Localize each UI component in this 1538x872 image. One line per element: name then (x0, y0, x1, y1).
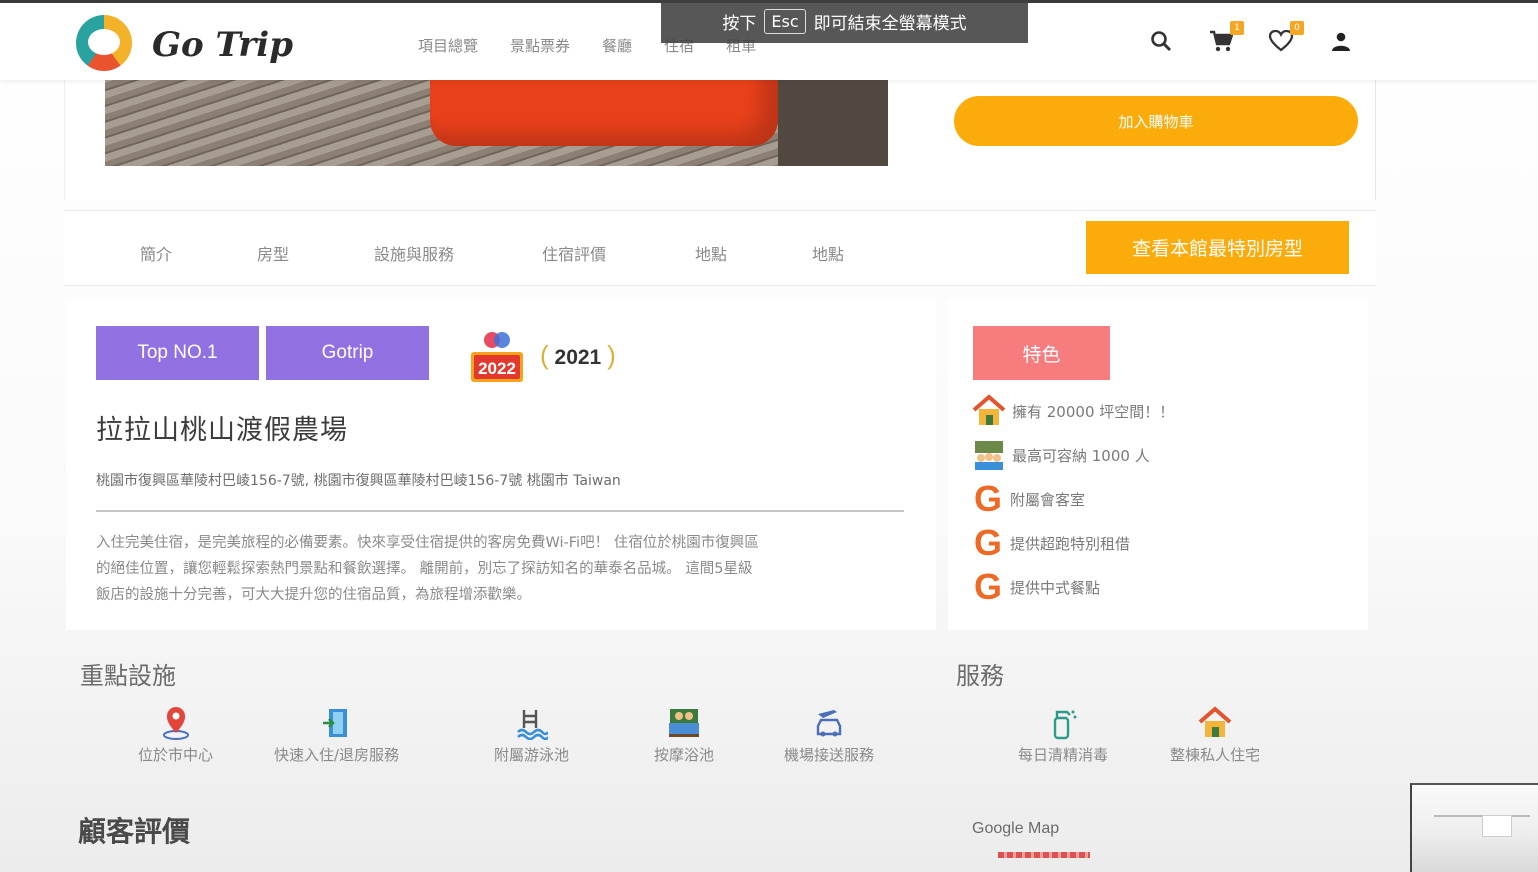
photo-cushion (430, 80, 778, 146)
nav-link-restaurants[interactable]: 餐廳 (602, 35, 632, 56)
feature-text: 附屬會客室 (1010, 490, 1086, 509)
map-pin-icon (159, 706, 193, 740)
facility-label: 快速入住/退房服務 (274, 746, 400, 764)
fullscreen-hint-prefix: 按下 (722, 14, 757, 34)
hotel-description: 入住完美住宿，是完美旅程的必備要素。快來享受住宿提供的客房免費Wi-Fi吧！ 住… (96, 530, 906, 608)
facility-label: 附屬游泳池 (494, 746, 570, 764)
photo-shadow (778, 80, 888, 166)
award-2021-badge: ( 2021 ) (540, 340, 616, 371)
service-item: 整棟私人住宅 (1170, 706, 1260, 765)
facility-item: 位於市中心 (138, 706, 213, 765)
feature-text: 最高可容納 1000 人 (1012, 446, 1150, 465)
award-2022-badge: 2022 (468, 328, 526, 386)
g-logo-icon: G (973, 566, 1002, 607)
service-item: 每日清精消毒 (1018, 706, 1108, 765)
feature-text: 擁有 20000 坪空間！！ (1012, 402, 1175, 421)
g-logo-icon: G (973, 478, 1002, 519)
airport-car-icon (812, 706, 846, 740)
gotrip-logo-icon[interactable] (76, 15, 132, 71)
feature-text: 提供中式餐點 (1010, 578, 1101, 597)
crowd-icon (972, 438, 1006, 472)
laurel-left-icon: ( (540, 340, 549, 370)
services-title: 服務 (956, 662, 1004, 690)
esc-key: Esc (764, 9, 806, 34)
facility-item: 快速入住/退房服務 (274, 706, 399, 765)
tab-location-2[interactable]: 地點 (812, 241, 844, 265)
description-line: 入住完美住宿，是完美旅程的必備要素。快來享受住宿提供的客房免費Wi-Fi吧！ 住… (96, 535, 759, 551)
facilities-title: 重點設施 (80, 662, 176, 690)
tag-gotrip[interactable]: Gotrip (266, 326, 429, 380)
g-logo-icon: G (973, 522, 1002, 563)
search-icon[interactable] (1148, 27, 1174, 55)
facility-item: 附屬游泳池 (494, 706, 569, 765)
tab-location[interactable]: 地點 (695, 241, 727, 265)
tab-facilities[interactable]: 設施與服務 (374, 241, 454, 265)
laurel-right-icon: ) (607, 340, 616, 370)
house-icon (972, 394, 1006, 428)
tab-room-types[interactable]: 房型 (257, 241, 289, 265)
divider (96, 510, 904, 512)
features-button[interactable]: 特色 (973, 326, 1110, 380)
hotel-name: 拉拉山桃山渡假農場 (96, 415, 348, 446)
facility-label: 機場接送服務 (784, 746, 875, 764)
special-rooms-button[interactable]: 查看本館最特別房型 (1086, 221, 1349, 274)
feature-text: 提供超跑特別租借 (1010, 534, 1131, 553)
add-to-cart-button[interactable]: 加入購物車 (954, 96, 1358, 146)
door-icon (320, 706, 354, 740)
service-label: 整棟私人住宅 (1170, 746, 1261, 764)
nav-actions: 1 0 (1148, 21, 1354, 55)
service-label: 每日清精消毒 (1018, 746, 1109, 764)
webcam-overlay (1410, 783, 1538, 872)
wishlist-count-badge: 0 (1290, 21, 1304, 35)
award-2022-text: 2022 (478, 359, 516, 378)
fullscreen-hint-suffix: 即可結束全螢幕模式 (813, 14, 967, 34)
fullscreen-hint: 按下 Esc 即可結束全螢幕模式 (661, 0, 1028, 43)
reviews-title: 顧客評價 (78, 815, 191, 848)
feature-item: 最高可容納 1000 人 (972, 438, 1150, 472)
facility-item: 按摩浴池 (654, 706, 714, 765)
webcam-box (1482, 815, 1512, 837)
facility-label: 按摩浴池 (654, 746, 715, 764)
cart-icon[interactable]: 1 (1208, 21, 1244, 55)
hot-tub-icon (667, 706, 701, 740)
private-house-icon (1198, 706, 1232, 740)
heart-icon[interactable]: 0 (1268, 21, 1304, 55)
map-preview[interactable] (998, 852, 1090, 858)
feature-item: G 提供中式餐點 (972, 566, 1101, 607)
brand-name[interactable]: Go Trip (152, 25, 293, 65)
pool-icon (515, 706, 549, 740)
facility-item: 機場接送服務 (784, 706, 874, 765)
tag-top-no1[interactable]: Top NO.1 (96, 326, 259, 380)
google-map-label: Google Map (972, 820, 1060, 837)
cart-count-badge: 1 (1230, 21, 1244, 35)
spray-bottle-icon (1046, 706, 1080, 740)
nav-link-tickets[interactable]: 景點票券 (510, 35, 570, 56)
feature-item: G 提供超跑特別租借 (972, 522, 1131, 563)
hotel-photo[interactable] (105, 80, 888, 166)
feature-item: G 附屬會客室 (972, 478, 1086, 519)
hotel-address: 桃園市復興區華陵村巴崚156-7號, 桃園市復興區華陵村巴崚156-7號 桃園市… (96, 473, 621, 489)
user-icon[interactable] (1328, 27, 1354, 55)
facility-label: 位於市中心 (138, 746, 214, 764)
tab-reviews[interactable]: 住宿評價 (542, 241, 606, 265)
description-line: 的絕佳位置，讓您輕鬆探索熱門景點和餐飲選擇。 離開前，別忘了探訪知名的華泰名品城… (96, 561, 753, 577)
description-line: 飯店的設施十分完善，可大大提升您的住宿品質，為旅程增添歡樂。 (96, 587, 531, 603)
tab-intro[interactable]: 簡介 (140, 241, 172, 265)
nav-link-overview[interactable]: 項目總覽 (418, 35, 478, 56)
award-2021-text: 2021 (554, 346, 602, 369)
feature-item: 擁有 20000 坪空間！！ (972, 394, 1174, 428)
